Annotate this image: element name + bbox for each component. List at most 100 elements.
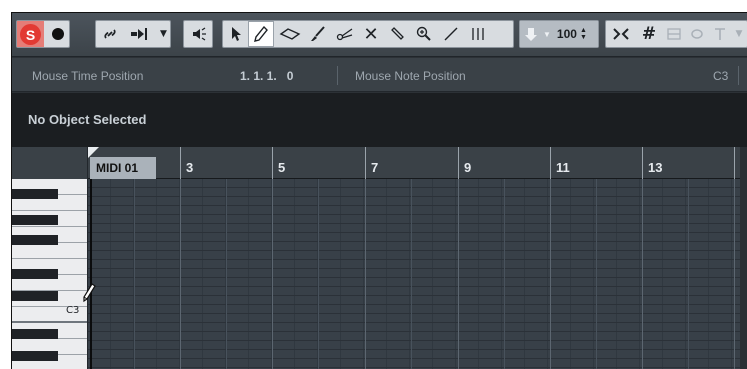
- bar-line: [734, 179, 735, 369]
- toolbar: S ▼ ✕ ▼ 100 ▲ ▼ # ▼: [12, 13, 747, 57]
- snap-quantize-group: # ▼: [605, 20, 747, 48]
- vertical-scroll-area[interactable]: [740, 147, 747, 369]
- black-key[interactable]: [12, 329, 58, 339]
- beat-line: [411, 179, 412, 369]
- velocity-value: 100: [556, 27, 577, 41]
- insert-velocity-icon: [131, 28, 147, 40]
- note-label: C3: [66, 305, 80, 316]
- t-icon: [715, 28, 725, 40]
- length-dropdown[interactable]: ▼: [732, 21, 746, 47]
- length-button[interactable]: [709, 21, 731, 47]
- black-key[interactable]: [12, 189, 58, 199]
- white-key[interactable]: [12, 243, 87, 259]
- velocity-arrow-icon: [525, 28, 537, 41]
- mute-tool[interactable]: ✕: [359, 21, 383, 47]
- record-button[interactable]: [46, 21, 70, 47]
- link-button[interactable]: [98, 21, 122, 47]
- bar-line: [365, 179, 366, 369]
- part-label: MIDI 01: [90, 157, 156, 179]
- bar-line: [180, 179, 181, 369]
- bar-label: 13: [648, 160, 663, 175]
- dropdown-arrow-icon: ▼: [735, 29, 743, 39]
- bar-label: 11: [556, 160, 570, 175]
- black-key[interactable]: [12, 215, 58, 225]
- erase-tool[interactable]: [276, 21, 304, 47]
- beat-line: [226, 179, 227, 369]
- key-editor-window: S ▼ ✕ ▼ 100 ▲ ▼ # ▼ Mouse Time Position …: [11, 12, 747, 369]
- insert-velocity-button[interactable]: [126, 21, 156, 47]
- glue-tool-icon: [391, 27, 404, 40]
- draw-tool[interactable]: [248, 21, 274, 47]
- bar-line: [458, 179, 459, 369]
- piano-keyboard[interactable]: C3: [12, 179, 88, 369]
- quantize-icon: [667, 28, 681, 40]
- quantize-button[interactable]: [663, 21, 685, 47]
- ruler-tick: [734, 147, 735, 179]
- tools-group: ✕: [222, 20, 514, 48]
- beat-line: [504, 179, 505, 369]
- black-key[interactable]: [12, 351, 58, 361]
- speaker-group: [183, 20, 213, 48]
- solo-button[interactable]: S: [20, 24, 41, 45]
- bar-label: 9: [464, 160, 472, 175]
- mouse-time-label: Mouse Time Position: [32, 69, 144, 83]
- ruler-tick: [180, 147, 181, 179]
- black-key[interactable]: [12, 291, 58, 301]
- bar-line: [642, 179, 643, 369]
- mouse-time-value: 1. 1. 1. 0: [240, 69, 294, 83]
- bar-line: [550, 179, 551, 369]
- bar-line: [272, 179, 273, 369]
- beat-line: [318, 179, 319, 369]
- dropdown-arrow-icon: ▼: [160, 29, 167, 39]
- beat-line: [134, 179, 135, 369]
- pencil-cursor-icon: [83, 283, 96, 303]
- ruler-tick: [642, 147, 643, 179]
- auto-scroll-button[interactable]: [608, 21, 634, 47]
- paint-tool[interactable]: [305, 21, 331, 47]
- insert-dropdown[interactable]: ▼: [157, 21, 170, 47]
- loop-button[interactable]: [686, 21, 708, 47]
- ruler[interactable]: MIDI 01 3 5 7 9 11 13 1: [88, 147, 747, 179]
- beat-line: [596, 179, 597, 369]
- line-tool[interactable]: [438, 21, 464, 47]
- project-cursor[interactable]: [90, 179, 92, 369]
- timewarp-tool-icon: [472, 28, 484, 40]
- acoustic-feedback-button[interactable]: [186, 21, 211, 47]
- velocity-spinner-icon[interactable]: ▲ ▼: [580, 27, 588, 41]
- ruler-tick: [458, 147, 459, 179]
- status-text: No Object Selected: [28, 112, 147, 127]
- velocity-dropdown-icon: ▼: [543, 29, 551, 39]
- arrow-tool-icon: [232, 27, 241, 41]
- speaker-icon: [192, 27, 206, 41]
- eraser-tool-icon: [279, 28, 301, 40]
- bar-label: 7: [371, 160, 379, 175]
- loop-icon: [691, 29, 703, 39]
- time-warp-tool[interactable]: [465, 21, 491, 47]
- grid-icon: #: [641, 24, 657, 44]
- ruler-tick: [550, 147, 551, 179]
- insert-velocity-field[interactable]: ▼ 100 ▲ ▼: [520, 21, 598, 47]
- brush-tool-icon: [311, 26, 325, 41]
- pencil-tool-icon: [254, 26, 268, 42]
- object-selection-tool[interactable]: [225, 21, 247, 47]
- zoom-tool[interactable]: [411, 21, 437, 47]
- link-insert-group: ▼: [95, 20, 171, 48]
- bar-label: 3: [186, 160, 194, 175]
- ruler-tick: [272, 147, 273, 179]
- zoom-tool-icon: [416, 26, 431, 41]
- snap-grid-button[interactable]: #: [636, 21, 662, 47]
- black-key[interactable]: [12, 235, 58, 245]
- info-divider: [337, 66, 338, 85]
- solo-record-group: S: [16, 20, 70, 48]
- mouse-note-label: Mouse Note Position: [355, 69, 466, 83]
- black-key[interactable]: [12, 269, 58, 279]
- mute-x-icon: ✕: [363, 23, 379, 45]
- split-tool[interactable]: [332, 21, 358, 47]
- info-divider: [738, 66, 739, 85]
- glue-tool[interactable]: [384, 21, 410, 47]
- velocity-group: ▼ 100 ▲ ▼: [519, 20, 599, 48]
- info-line: Mouse Time Position 1. 1. 1. 0 Mouse Not…: [12, 58, 747, 92]
- note-grid[interactable]: [88, 179, 747, 369]
- snap-icon: [613, 28, 629, 40]
- scissors-tool-icon: [336, 28, 353, 41]
